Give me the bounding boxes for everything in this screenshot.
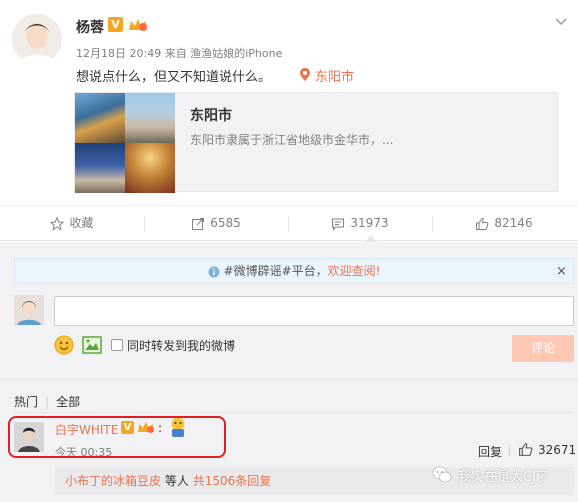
divider — [0, 379, 578, 380]
comment-button[interactable]: 31973 — [288, 206, 432, 242]
reply-button[interactable]: 回复 — [478, 443, 502, 460]
comment-count: 31973 — [350, 216, 389, 230]
repost-button[interactable]: 6585 — [144, 206, 288, 242]
action-bar: 收藏 6585 31973 82146 — [0, 205, 578, 241]
info-icon — [208, 266, 220, 277]
location-card-title: 东阳市 — [190, 108, 232, 124]
vip-crown-icon — [129, 19, 147, 31]
location-link[interactable]: 东阳市 — [315, 66, 354, 85]
location-image-canal — [75, 93, 125, 143]
author-name[interactable]: 杨蓉 — [76, 17, 104, 37]
favorite-label: 收藏 — [69, 216, 94, 230]
comment-input[interactable] — [54, 296, 574, 326]
location-image-building — [125, 93, 175, 143]
comment-icon — [332, 218, 345, 231]
thumbs-up-icon — [476, 217, 489, 230]
emoji-icon[interactable] — [54, 335, 74, 355]
verified-v-icon: V — [108, 17, 123, 32]
post-time[interactable]: 12月18日 20:49 — [76, 47, 161, 60]
notice-tag[interactable]: #微博辟谣#平台， — [224, 264, 328, 278]
tab-hot[interactable]: 热门 — [14, 395, 38, 409]
post-text: 想说点什么，但又不知道说什么。 — [76, 70, 272, 85]
chevron-down-icon[interactable] — [555, 18, 567, 26]
location-card-description: 东阳市隶属于浙江省地级市金华市，... — [190, 133, 394, 147]
divider — [509, 444, 510, 456]
comment-like-count: 32671 — [538, 443, 577, 457]
comment-section: #微博辟谣#平台，欢迎查阅! × 同时转发到我的微博 评论 热门 | 全部 白宇… — [0, 242, 578, 502]
location-pin-icon — [300, 68, 310, 81]
location-card[interactable]: 东阳市 东阳市隶属于浙江省地级市金华市，... — [74, 92, 558, 193]
notice-link[interactable]: 欢迎查阅! — [328, 264, 381, 278]
rumor-notice: #微博辟谣#平台，欢迎查阅! — [14, 258, 574, 284]
repost-label[interactable]: 同时转发到我的微博 — [127, 337, 235, 354]
comment-tabs: 热门 | 全部 — [14, 393, 80, 410]
like-count: 82146 — [494, 216, 533, 230]
location-image-tower — [75, 143, 125, 193]
repost-count: 6585 — [210, 216, 241, 230]
repost-icon — [192, 217, 205, 230]
divider — [14, 412, 574, 413]
sub-reply-count[interactable]: 共1506条回复 — [193, 474, 272, 488]
sub-reply-middle: 等人 — [164, 474, 189, 488]
source-prefix: 来自 — [164, 47, 187, 60]
wechat-logo-icon — [432, 466, 452, 483]
sub-reply-user[interactable]: 小布丁的冰箱豆皮 — [65, 474, 161, 488]
tab-separator: | — [45, 395, 50, 409]
watermark-text: 我实在是太CJ了 — [458, 470, 549, 485]
highlight-box — [8, 416, 226, 458]
post-meta: 12月18日 20:49 来自 渔渔姑娘的iPhone — [76, 45, 282, 61]
star-icon — [50, 216, 65, 231]
image-icon[interactable] — [82, 335, 102, 355]
like-button[interactable]: 82146 — [432, 206, 576, 242]
close-icon[interactable]: × — [556, 264, 567, 279]
submit-comment-button[interactable]: 评论 — [512, 335, 574, 362]
author-avatar[interactable] — [12, 14, 62, 64]
weibo-post-card: 杨蓉 V 12月18日 20:49 来自 渔渔姑娘的iPhone 想说点什么，但… — [0, 0, 578, 502]
my-avatar[interactable] — [14, 295, 44, 325]
post-source[interactable]: 渔渔姑娘的iPhone — [190, 47, 282, 60]
location-image-hall — [125, 143, 175, 193]
tab-all[interactable]: 全部 — [56, 395, 80, 409]
thumbs-up-icon[interactable] — [518, 442, 533, 457]
favorite-button[interactable]: 收藏 — [0, 206, 144, 242]
repost-checkbox[interactable] — [111, 339, 123, 351]
